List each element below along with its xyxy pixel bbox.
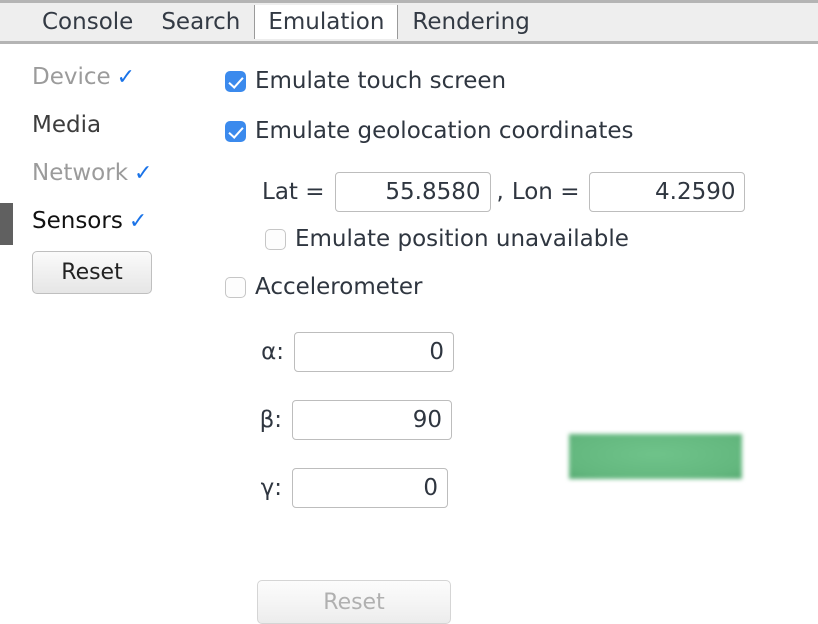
emulate-touch-screen-checkbox[interactable] (225, 71, 246, 92)
beta-input[interactable] (292, 400, 452, 440)
emulate-position-unavailable-row[interactable]: Emulate position unavailable (265, 228, 629, 251)
alpha-input[interactable] (294, 332, 454, 372)
accelerometer-checkbox[interactable] (225, 277, 246, 298)
emulate-touch-screen-label: Emulate touch screen (255, 70, 506, 93)
tab-console[interactable]: Console (28, 3, 147, 41)
emulate-touch-screen-row[interactable]: Emulate touch screen (225, 70, 506, 93)
device-orientation-preview-box (569, 434, 742, 479)
alpha-label: α: (250, 341, 284, 364)
accelerometer-label: Accelerometer (255, 276, 423, 299)
accelerometer-reset-label: Reset (323, 590, 384, 615)
beta-row: β: (248, 400, 452, 440)
gamma-label: γ: (248, 477, 282, 500)
emulate-geolocation-label: Emulate geolocation coordinates (255, 120, 634, 143)
longitude-input[interactable] (589, 172, 745, 212)
tab-bar: Console Search Emulation Rendering (0, 0, 818, 44)
accelerometer-reset-button[interactable]: Reset (257, 580, 451, 624)
lat-lon-separator: , (497, 181, 504, 204)
lat-lon-row: Lat = , Lon = (262, 172, 745, 212)
accelerometer-row[interactable]: Accelerometer (225, 276, 423, 299)
lon-label: Lon = (512, 181, 580, 204)
tab-emulation[interactable]: Emulation (254, 5, 398, 39)
gamma-row: γ: (248, 468, 448, 508)
lat-label: Lat = (262, 181, 325, 204)
emulate-position-unavailable-label: Emulate position unavailable (295, 228, 629, 251)
tab-search[interactable]: Search (147, 3, 254, 41)
latitude-input[interactable] (335, 172, 491, 212)
emulate-geolocation-checkbox[interactable] (225, 121, 246, 142)
tab-rendering[interactable]: Rendering (398, 3, 543, 41)
emulation-panel: Emulate touch screen Emulate geolocation… (0, 44, 818, 624)
gamma-input[interactable] (292, 468, 448, 508)
beta-label: β: (248, 409, 282, 432)
emulate-geolocation-row[interactable]: Emulate geolocation coordinates (225, 120, 634, 143)
emulate-position-unavailable-checkbox[interactable] (265, 229, 286, 250)
alpha-row: α: (250, 332, 454, 372)
